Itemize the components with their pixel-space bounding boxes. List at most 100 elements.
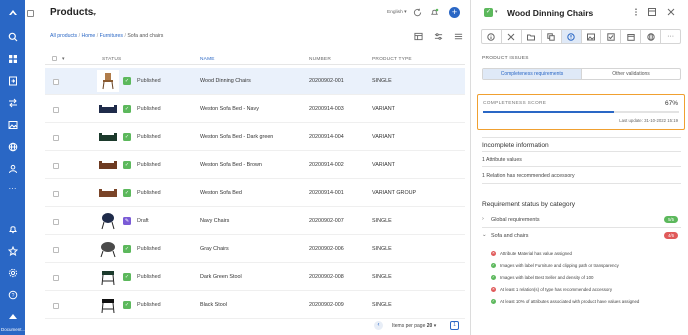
logo-icon[interactable] [6, 6, 19, 19]
tab-completeness-requirements[interactable]: Completeness requirements [483, 69, 582, 79]
requirement-item[interactable]: ✕ At least 1 relation(s) of type has rec… [491, 286, 681, 296]
table-view-icon[interactable] [414, 32, 423, 41]
table-row[interactable]: ✓ Published Dark Green Stool 20200902-00… [45, 264, 465, 291]
search-icon[interactable] [6, 30, 19, 43]
select-menu-chevron-icon[interactable]: ▾ [62, 57, 65, 62]
breadcrumb-furnitures[interactable]: Furnitures [100, 33, 123, 39]
table-row[interactable]: ✓ Published Weston Sofa Bed - Navy 20200… [45, 96, 465, 123]
published-status-icon[interactable]: ✓ [484, 8, 493, 17]
tab-tasks-icon[interactable] [601, 29, 622, 44]
incomplete-relation[interactable]: 1 Relation has recommended accessory [482, 173, 575, 179]
column-status[interactable]: STATUS [102, 57, 121, 62]
tab-copy-icon[interactable] [541, 29, 562, 44]
tab-folder-icon[interactable] [521, 29, 542, 44]
breadcrumb-current: Sofa and chairs [127, 33, 164, 39]
chevron-down-icon[interactable]: ▾ [495, 9, 498, 15]
category-global-requirements[interactable]: › Global requirements 5/5 [482, 213, 681, 227]
row-name[interactable]: Weston Sofa Bed - Dark green [200, 134, 273, 140]
expand-panel-icon[interactable] [647, 7, 657, 17]
chevron-right-icon: › [482, 216, 484, 222]
add-product-button[interactable]: + [449, 7, 460, 18]
row-product-type: SINGLE [372, 78, 392, 84]
requirement-item[interactable]: ✓ Images with label Furniture and clippi… [491, 262, 681, 272]
table-row[interactable]: ✓ Published Weston Sofa Bed - Brown 2020… [45, 152, 465, 179]
collapse-sidebar-button[interactable] [27, 10, 34, 17]
settings-icon[interactable] [6, 266, 19, 279]
row-name[interactable]: Weston Sofa Bed - Navy [200, 106, 259, 112]
row-checkbox[interactable] [53, 219, 59, 225]
tab-completeness-icon[interactable] [561, 29, 582, 44]
tab-tools-icon[interactable] [501, 29, 522, 44]
row-product-type: VARIANT [372, 134, 395, 140]
page-number-input[interactable]: 1 [450, 321, 459, 330]
chevron-down-icon[interactable]: ▾ [93, 11, 96, 18]
row-checkbox[interactable] [53, 79, 59, 85]
incomplete-attribute-values[interactable]: 1 Attribute values [482, 157, 522, 163]
items-per-page[interactable]: Items per page 20 ▾ [392, 323, 436, 329]
table-row[interactable]: ✓ Published Black Stool 20200902-009 SIN… [45, 292, 465, 319]
row-name[interactable]: Gray Chairs [200, 246, 229, 252]
select-all-checkbox[interactable] [52, 56, 57, 61]
row-checkbox[interactable] [53, 275, 59, 281]
tab-calendar-icon[interactable] [621, 29, 642, 44]
tab-image-icon[interactable] [581, 29, 602, 44]
filter-icon[interactable] [434, 32, 443, 41]
issues-segmented-control: Completeness requirements Other validati… [482, 68, 681, 80]
check-icon: ✓ [491, 275, 496, 280]
image-icon[interactable] [6, 118, 19, 131]
category-sofa-and-chairs[interactable]: ⌄ Sofa and chairs 4/6 [482, 229, 681, 243]
export-icon[interactable] [6, 74, 19, 87]
tab-more-icon[interactable]: ··· [661, 29, 682, 44]
row-name[interactable]: Wood Dinning Chairs [200, 78, 251, 84]
close-icon[interactable] [666, 7, 676, 17]
row-checkbox[interactable] [53, 135, 59, 141]
table-row[interactable]: ✓ Published Wood Dinning Chairs 20200902… [45, 68, 465, 95]
more-icon[interactable]: ··· [6, 182, 19, 195]
category-score-pill: 5/5 [664, 216, 678, 223]
row-product-type: SINGLE [372, 302, 392, 308]
requirement-item[interactable]: ✓ At least 10% of attributes associated … [491, 298, 681, 308]
previous-page-button[interactable]: ‹ [374, 321, 383, 330]
globe-icon[interactable] [6, 140, 19, 153]
table-row[interactable]: ✓ Published Weston Sofa Bed - Dark green… [45, 124, 465, 151]
column-number[interactable]: NUMBER [309, 57, 331, 62]
table-row[interactable]: ✎ Draft Navy Chairs 20200902-007 SINGLE [45, 208, 465, 235]
breadcrumb-all-products[interactable]: All products [50, 33, 77, 39]
row-checkbox[interactable] [53, 107, 59, 113]
column-product-type[interactable]: PRODUCT TYPE [372, 57, 412, 62]
column-name[interactable]: NAME [200, 57, 215, 62]
tab-info-icon[interactable] [481, 29, 502, 44]
table-row[interactable]: ✓ Published Gray Chairs 20200902-006 SIN… [45, 236, 465, 263]
requirement-status-title: Requirement status by category [482, 201, 576, 208]
row-name[interactable]: Weston Sofa Bed - Brown [200, 162, 262, 168]
status-badge: ✓ [123, 189, 131, 197]
row-name[interactable]: Weston Sofa Bed [200, 190, 242, 196]
row-checkbox[interactable] [53, 191, 59, 197]
grid-icon[interactable] [6, 52, 19, 65]
table-row[interactable]: ✓ Published Weston Sofa Bed 20200914-001… [45, 180, 465, 207]
row-checkbox[interactable] [53, 247, 59, 253]
requirement-item[interactable]: ✕ Attribute Material has value assigned [491, 250, 681, 260]
requirement-item[interactable]: ✓ Images with label Best Seller and dens… [491, 274, 681, 284]
help-icon[interactable]: ? [6, 288, 19, 301]
more-options-icon[interactable] [631, 7, 641, 17]
language-value: English [387, 10, 403, 15]
document-icon[interactable] [6, 310, 19, 323]
row-name[interactable]: Navy Chairs [200, 218, 229, 224]
row-checkbox[interactable] [53, 303, 59, 309]
notifications-icon[interactable] [429, 7, 440, 18]
transfer-icon[interactable] [6, 96, 19, 109]
refresh-icon[interactable] [412, 7, 423, 18]
row-name[interactable]: Black Stool [200, 302, 227, 308]
users-icon[interactable] [6, 162, 19, 175]
language-select[interactable]: English ▾ [387, 10, 406, 15]
tab-other-validations[interactable]: Other validations [582, 69, 680, 79]
list-view-icon[interactable] [454, 32, 463, 41]
tab-globe-icon[interactable] [641, 29, 662, 44]
star-icon[interactable] [6, 244, 19, 257]
bell-icon[interactable] [6, 222, 19, 235]
row-checkbox[interactable] [53, 163, 59, 169]
table-header: ▾ STATUS NAME NUMBER PRODUCT TYPE [45, 53, 465, 65]
breadcrumb-home[interactable]: Home [81, 33, 95, 39]
row-name[interactable]: Dark Green Stool [200, 274, 242, 280]
